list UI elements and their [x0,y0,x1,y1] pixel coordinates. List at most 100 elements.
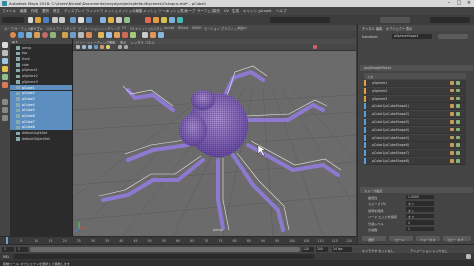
prop-value-field[interactable]: オン [406,201,434,206]
node-history-icon[interactable] [456,81,460,85]
single-view-icon[interactable] [2,99,8,105]
prop-value-field[interactable]: 2 [406,220,434,225]
input-node-row[interactable]: pCube1(pCubeShape5) [364,134,466,142]
menu-create[interactable]: 作成 [31,9,38,14]
prop-value-field[interactable]: オン [406,207,434,213]
menu-mesh[interactable]: メッシュ [104,9,118,14]
maximize-icon[interactable]: □ [454,0,464,7]
node-visibility-icon[interactable] [450,96,454,101]
textured-icon[interactable] [100,45,104,49]
arnold-render-icon[interactable] [177,17,183,23]
node-visibility-icon[interactable] [450,151,454,155]
poly-cylinder-icon[interactable] [26,32,32,38]
viewport-scene[interactable]: persp [73,50,356,236]
paint-select-icon[interactable] [2,58,8,64]
menu-mesh-tools[interactable]: メッシュ ツール [143,9,169,14]
menu-file[interactable]: ファイル [2,9,16,14]
input-node-row[interactable]: pCube1(pCubeShape7) [364,150,466,158]
new-scene-icon[interactable] [28,17,33,23]
bevel-icon[interactable] [114,32,120,38]
node-history-icon[interactable] [456,112,460,116]
render-settings-icon[interactable] [161,17,167,23]
load-attributes-button[interactable]: ロード [389,236,413,242]
close-icon[interactable]: × [464,0,474,7]
poly-cube-icon[interactable] [18,32,24,38]
start-frame-field[interactable]: 1 [2,247,14,252]
node-visibility-icon[interactable] [450,127,454,132]
rotate-tool-icon[interactable] [2,74,8,80]
node-history-icon[interactable] [456,104,460,108]
node-visibility-icon[interactable] [450,120,454,124]
prop-value-field[interactable]: 1 [406,226,434,232]
shelf-tab-xgen[interactable]: XGen [238,26,247,30]
select-object-icon[interactable] [78,17,84,23]
save-scene-icon[interactable] [43,17,49,23]
copy-tab-button[interactable]: コピー タブ [443,236,471,242]
render-frame-icon[interactable] [145,17,151,23]
grid-toggle-icon[interactable] [82,45,86,49]
poly-sphere-icon[interactable] [10,32,16,38]
select-tool-icon[interactable] [2,42,8,48]
menu-mesh-display[interactable]: メッシュ表示 [166,9,187,14]
node-name-field[interactable]: pSphereShape1 [392,34,432,39]
input-node-row[interactable]: pCube1(pCubeShape2) [364,111,466,119]
menu-windows[interactable]: ウィンドウ [86,9,104,14]
focus-attr-button[interactable]: フォーカス [416,236,440,242]
node-visibility-icon[interactable] [450,88,454,93]
menu-display[interactable]: ディスプレイ [64,9,85,14]
node-visibility-icon[interactable] [450,159,454,163]
shelf-tab-mash[interactable]: MASH [192,26,201,30]
scale-tool-icon[interactable] [2,82,8,88]
input-node-row[interactable]: pSphere3 [364,95,466,103]
select-hierarchy-icon[interactable] [70,17,76,23]
select-button[interactable]: 選択 [362,236,386,242]
target-weld-icon[interactable] [130,32,136,38]
node-history-icon[interactable] [456,120,460,124]
xray-icon[interactable] [118,45,122,49]
snap-curve-icon[interactable] [108,17,114,23]
menu-deform[interactable]: 変形 [213,9,220,14]
isolate-select-icon[interactable] [124,45,128,49]
prop-value-field[interactable]: 1.0000 [406,194,434,200]
input-node-row[interactable]: pCube1(pCubeShape1) [364,103,466,111]
workspace-dropdown[interactable] [430,17,470,23]
menu-edit[interactable]: 編集 [20,9,27,14]
attr-tab-edit[interactable]: 編集 [376,26,382,31]
snap-grid-icon[interactable] [100,17,106,23]
modeling-dropdown[interactable] [2,17,24,23]
input-node-row[interactable]: pCube1(pCubeShape4) [364,126,466,134]
shelf-tab-fx[interactable]: FX [122,26,126,30]
color-mgmt-icon[interactable] [313,45,317,49]
fps-dropdown[interactable]: 24 fps [332,247,352,252]
outliner-menu[interactable]: ▤ ▾ [12,40,17,44]
outliner-item[interactable]: defaultObjectSet [10,136,72,142]
bridge-icon[interactable] [106,32,112,38]
poly-cone-icon[interactable] [34,32,40,38]
menu-help[interactable]: ヘルプ [276,9,287,14]
node-visibility-icon[interactable] [450,104,454,108]
render-ipr-icon[interactable] [153,17,159,23]
redo-icon[interactable] [59,17,65,23]
poly-torus-icon[interactable] [42,32,48,38]
smooth-section-header[interactable]: スムーズ設定 [360,187,473,193]
search-field[interactable] [270,17,330,23]
wireframe-icon[interactable] [88,45,92,49]
smooth-icon[interactable] [78,32,84,38]
mirror-icon[interactable] [158,32,164,38]
minimize-icon[interactable]: – [444,0,454,7]
lights-icon[interactable] [106,45,110,49]
four-view-icon[interactable] [2,107,8,113]
hypershade-icon[interactable] [169,17,175,23]
menu-modify[interactable]: 修正 [53,9,60,14]
anim-layer-label[interactable]: アニメーション レイヤなし [410,248,448,253]
menu-surfaces[interactable]: サーフェス [197,9,214,14]
node-history-icon[interactable] [456,88,460,93]
snap-view-icon[interactable] [124,17,130,23]
input-node-row[interactable]: pSphere2 [364,87,466,95]
select-component-icon[interactable] [86,17,92,23]
end-frame-field[interactable]: 200 [316,247,328,252]
menu-arnold[interactable]: Arnold [260,9,271,13]
range-bar[interactable] [30,247,300,252]
node-visibility-icon[interactable] [450,135,454,140]
node-history-icon[interactable] [456,135,460,140]
